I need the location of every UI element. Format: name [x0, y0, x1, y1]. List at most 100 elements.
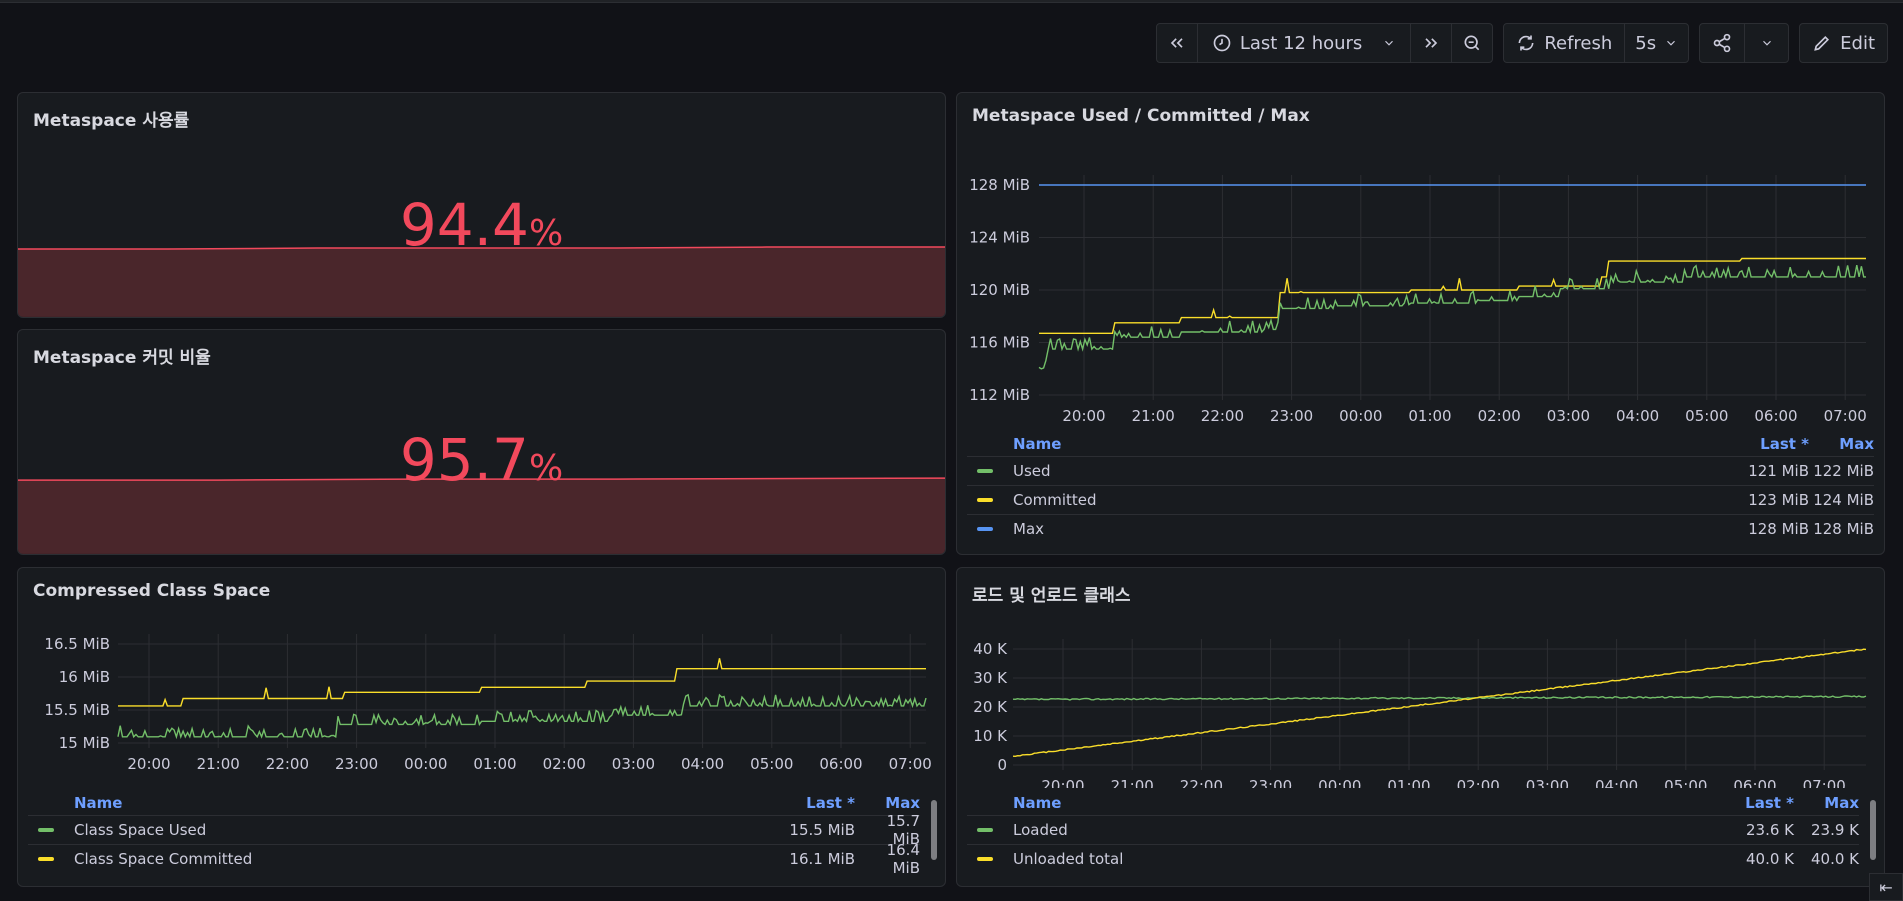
series-last-value: 23.6 K [1745, 821, 1794, 839]
legend-header-last[interactable]: Last * [1724, 794, 1794, 812]
legend: Name Last * Max Loaded 23.6 K 23.9 K Unloaded … [967, 791, 1859, 881]
legend-header-max[interactable]: Max [1809, 435, 1874, 453]
refresh-interval-label: 5s [1635, 32, 1657, 54]
x-tick-label: 05:00 [1664, 777, 1707, 788]
stat-unit: % [528, 213, 564, 254]
series-color-swatch[interactable] [38, 857, 54, 861]
stat-value: 94.4% [18, 191, 945, 259]
refresh-interval-picker[interactable]: 5s [1624, 24, 1688, 62]
edit-label: Edit [1840, 32, 1875, 54]
time-picker-group: Last 12 hours [1155, 23, 1494, 63]
x-tick-label: 04:00 [681, 755, 724, 773]
legend-row[interactable]: Loaded 23.6 K 23.9 K [967, 815, 1859, 844]
series-name[interactable]: Committed [1013, 491, 1739, 509]
series-max-value: 23.9 K [1810, 821, 1859, 839]
series-committed-line [1039, 257, 1866, 335]
refresh-button[interactable]: Refresh [1504, 24, 1624, 62]
legend-row[interactable]: Used 121 MiB 122 MiB [967, 456, 1874, 485]
chevron-down-icon [1762, 40, 1771, 46]
legend-row[interactable]: Unloaded total 40.0 K 40.0 K [967, 844, 1859, 873]
x-tick-label: 22:00 [1201, 407, 1244, 425]
legend-header-name: Name [1013, 435, 1062, 453]
series-unloaded-line [1012, 648, 1867, 758]
zoom-out-button[interactable] [1451, 24, 1492, 62]
series-name[interactable]: Unloaded total [1013, 850, 1724, 868]
legend-row[interactable]: Class Space Used 15.5 MiB 15.7 MiB [28, 812, 920, 848]
legend: Name Last * Max Class Space Used 15.5 MiB 15.… [28, 791, 920, 881]
stat-unit: % [528, 448, 564, 489]
time-range-picker[interactable]: Last 12 hours [1196, 24, 1410, 62]
dashboard-toolbar: Last 12 hours Refresh 5s Edit [1155, 23, 1888, 63]
legend-row[interactable]: Committed 123 MiB 124 MiB [967, 485, 1874, 514]
share-menu-button[interactable] [1744, 24, 1788, 62]
x-tick-label: 06:00 [819, 755, 862, 773]
series-max-value: 122 MiB [1813, 462, 1874, 480]
panel-metaspace-used[interactable]: Metaspace Used / Committed / Max 128 MiB… [956, 92, 1885, 555]
share-button[interactable] [1700, 24, 1744, 62]
legend-header: Name Last * Max [967, 432, 1874, 456]
legend-scrollbar[interactable] [931, 800, 937, 860]
y-tick-label: 16 MiB [59, 668, 110, 686]
stat-value: 95.7% [18, 426, 945, 494]
series-name[interactable]: Class Space Committed [74, 850, 785, 868]
y-tick-label: 15 MiB [59, 734, 110, 752]
x-tick-label: 05:00 [750, 755, 793, 773]
x-tick-label: 21:00 [1111, 777, 1154, 788]
panel-metaspace-commit[interactable]: Metaspace 커밋 비율 95.7% [17, 329, 946, 555]
y-tick-label: 15.5 MiB [44, 701, 110, 719]
series-color-swatch[interactable] [977, 527, 993, 531]
series-last-value: 15.5 MiB [789, 821, 855, 839]
series-name[interactable]: Max [1013, 520, 1739, 538]
stat-number: 94.4 [399, 191, 529, 259]
series-name[interactable]: Used [1013, 462, 1739, 480]
panel-title: Metaspace 커밋 비율 [33, 348, 211, 368]
x-tick-label: 02:00 [543, 755, 586, 773]
x-tick-label: 20:00 [127, 755, 170, 773]
legend-scrollbar[interactable] [1870, 800, 1876, 860]
timeseries-chart: 40 K 30 K 20 K 10 K 0 20:00 21:00 22:00 23:00 00:… [973, 639, 1867, 788]
series-last-value: 16.1 MiB [789, 850, 855, 868]
legend-header-last[interactable]: Last * [1739, 435, 1809, 453]
series-name[interactable]: Loaded [1013, 821, 1724, 839]
legend-row[interactable]: Max 128 MiB 128 MiB [967, 514, 1874, 543]
legend-row[interactable]: Class Space Committed 16.1 MiB 16.4 MiB [28, 841, 920, 877]
collapse-sidebar-button[interactable]: ⇤ [1869, 873, 1903, 901]
y-tick-label: 116 MiB [969, 334, 1030, 352]
series-name[interactable]: Class Space Used [74, 821, 785, 839]
legend-header-max[interactable]: Max [1794, 794, 1859, 812]
series-color-swatch[interactable] [977, 828, 993, 832]
time-forward-button[interactable] [1410, 24, 1451, 62]
time-back-button[interactable] [1157, 24, 1197, 62]
series-color-swatch[interactable] [38, 828, 54, 832]
series-last-value: 123 MiB [1748, 491, 1809, 509]
panel-compressed-class-space[interactable]: Compressed Class Space 16.5 MiB 16 MiB 15.… [17, 567, 946, 887]
legend-header-last[interactable]: Last * [785, 794, 855, 812]
x-tick-label: 07:00 [1803, 777, 1846, 788]
pencil-icon [1814, 35, 1830, 51]
share-icon [1713, 33, 1731, 53]
panel-metaspace-usage[interactable]: Metaspace 사용률 94.4% [17, 92, 946, 318]
panel-classes-loaded[interactable]: 로드 및 언로드 클래스 40 K 30 K 20 K 10 K 0 20:00 21:00… [956, 567, 1885, 887]
y-tick-label: 40 K [973, 640, 1008, 658]
legend-header-name: Name [74, 794, 123, 812]
edit-group: Edit [1799, 23, 1888, 63]
series-max-value: 128 MiB [1813, 520, 1874, 538]
x-tick-label: 00:00 [1318, 777, 1361, 788]
legend-header-max[interactable]: Max [855, 794, 920, 812]
series-color-swatch[interactable] [977, 469, 993, 473]
edit-button[interactable]: Edit [1800, 24, 1887, 62]
x-tick-label: 23:00 [1249, 777, 1292, 788]
series-max-value: 40.0 K [1810, 850, 1859, 868]
top-border [0, 0, 1903, 3]
y-tick-label: 10 K [973, 727, 1008, 745]
x-tick-label: 02:00 [1478, 407, 1521, 425]
y-tick-label: 20 K [973, 698, 1008, 716]
series-color-swatch[interactable] [977, 498, 993, 502]
series-used-line [117, 693, 927, 740]
series-color-swatch[interactable] [977, 857, 993, 861]
x-tick-label: 21:00 [197, 755, 240, 773]
timeseries-chart: 16.5 MiB 16 MiB 15.5 MiB 15 MiB 20:00 21:00 22… [44, 634, 932, 773]
y-tick-label: 124 MiB [969, 229, 1030, 247]
timeseries-chart: 128 MiB 124 MiB 120 MiB 116 MiB 112 MiB 20:00… [969, 175, 1867, 425]
x-tick-label: 06:00 [1754, 407, 1797, 425]
